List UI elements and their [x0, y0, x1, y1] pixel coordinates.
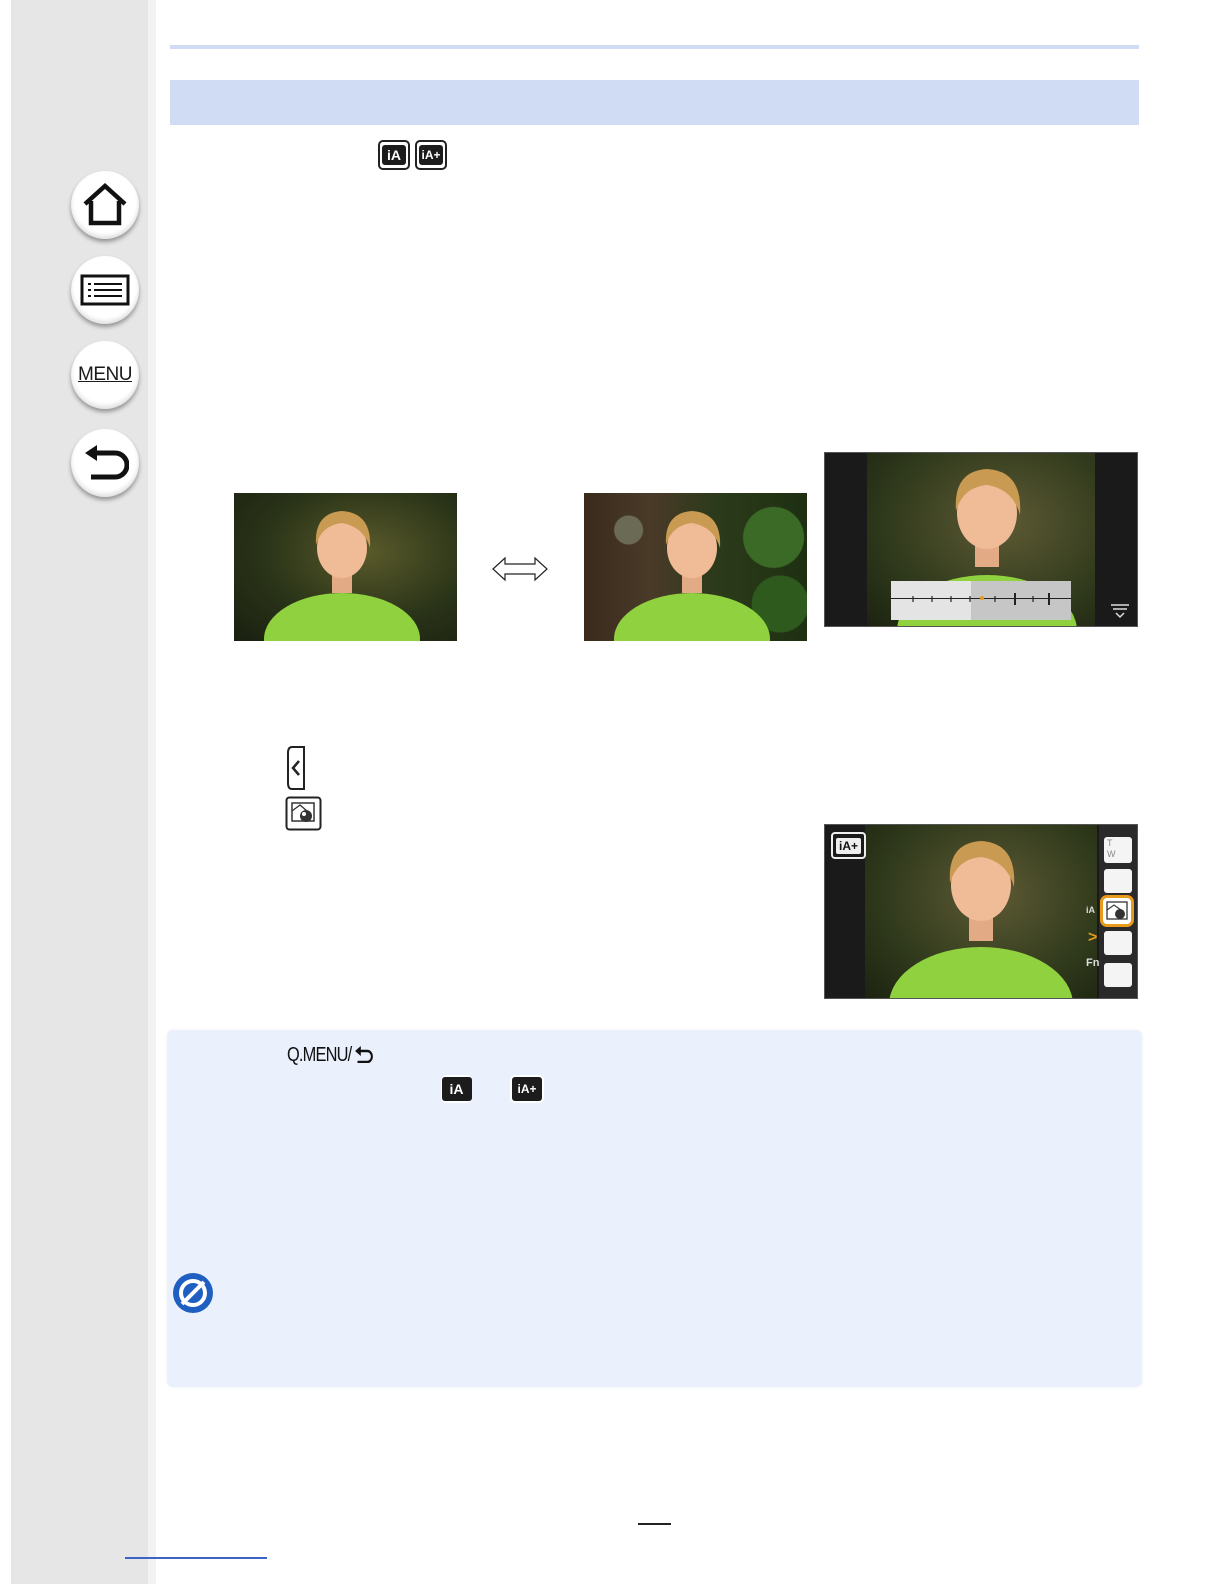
header-rule	[170, 45, 1139, 49]
home-button[interactable]	[71, 171, 139, 239]
home-icon	[83, 182, 127, 226]
fn-label: Fn	[1086, 957, 1100, 969]
ia-plus-label: iA+	[512, 1077, 542, 1101]
chevron-left-icon[interactable]	[286, 745, 306, 791]
double-arrow-icon	[492, 556, 548, 582]
list-icon	[80, 274, 130, 306]
defocus-exit-icon[interactable]	[1109, 599, 1131, 619]
back-button[interactable]	[71, 429, 139, 497]
intelligent-auto-plus-mode-icon: iA+	[510, 1075, 544, 1103]
defocus-control-button[interactable]	[1100, 895, 1134, 927]
defocus-control-icon[interactable]	[285, 796, 322, 831]
touch-zoom-button[interactable]: TW	[1104, 837, 1132, 863]
boy-figure	[614, 511, 770, 641]
intelligent-auto-mode-icon: iA	[378, 140, 410, 170]
boy-figure	[264, 511, 420, 641]
contents-button[interactable]	[71, 256, 139, 324]
slider-ticks	[912, 593, 1050, 605]
prohibit-icon	[173, 1273, 213, 1313]
tab-arrow-icon[interactable]: >	[1088, 929, 1097, 947]
ia-label: iA	[382, 145, 406, 165]
page-number-rule	[638, 1523, 671, 1525]
menu-label: MENU	[78, 364, 132, 385]
camera-screen-touch-tab: iA+ TW iA > Fn	[824, 824, 1138, 999]
camera-screen-defocus-slider	[824, 452, 1138, 627]
qmenu-button-label: Q.MENU/	[287, 1044, 373, 1067]
intelligent-auto-mode-icon: iA	[441, 1075, 472, 1103]
sidebar-edge	[148, 0, 156, 1584]
note-box	[167, 1030, 1142, 1387]
return-icon	[354, 1046, 373, 1064]
ia-plus-mode-label: iA+	[835, 837, 861, 854]
ia-plus-mode-indicator: iA+	[831, 832, 866, 859]
blurred-background-photo	[234, 493, 457, 641]
title-band	[170, 80, 1139, 125]
ia-side-label: iA	[1086, 905, 1095, 915]
return-icon	[85, 445, 129, 480]
sidebar	[11, 0, 148, 1584]
touch-ae-button[interactable]	[1104, 931, 1132, 955]
defocus-control-icon	[1106, 901, 1128, 920]
touch-peak-button[interactable]	[1104, 963, 1132, 987]
defocus-slider[interactable]	[891, 581, 1071, 620]
ia-plus-label: iA+	[419, 145, 443, 165]
menu-button[interactable]: MENU	[71, 341, 139, 409]
touch-shutter-off-button[interactable]	[1104, 869, 1132, 893]
intelligent-auto-plus-mode-icon: iA+	[415, 140, 447, 170]
ia-label: iA	[441, 1077, 472, 1101]
boy-figure	[889, 841, 1073, 998]
sharp-background-photo	[584, 493, 807, 641]
contents-link-rule[interactable]	[125, 1557, 267, 1559]
